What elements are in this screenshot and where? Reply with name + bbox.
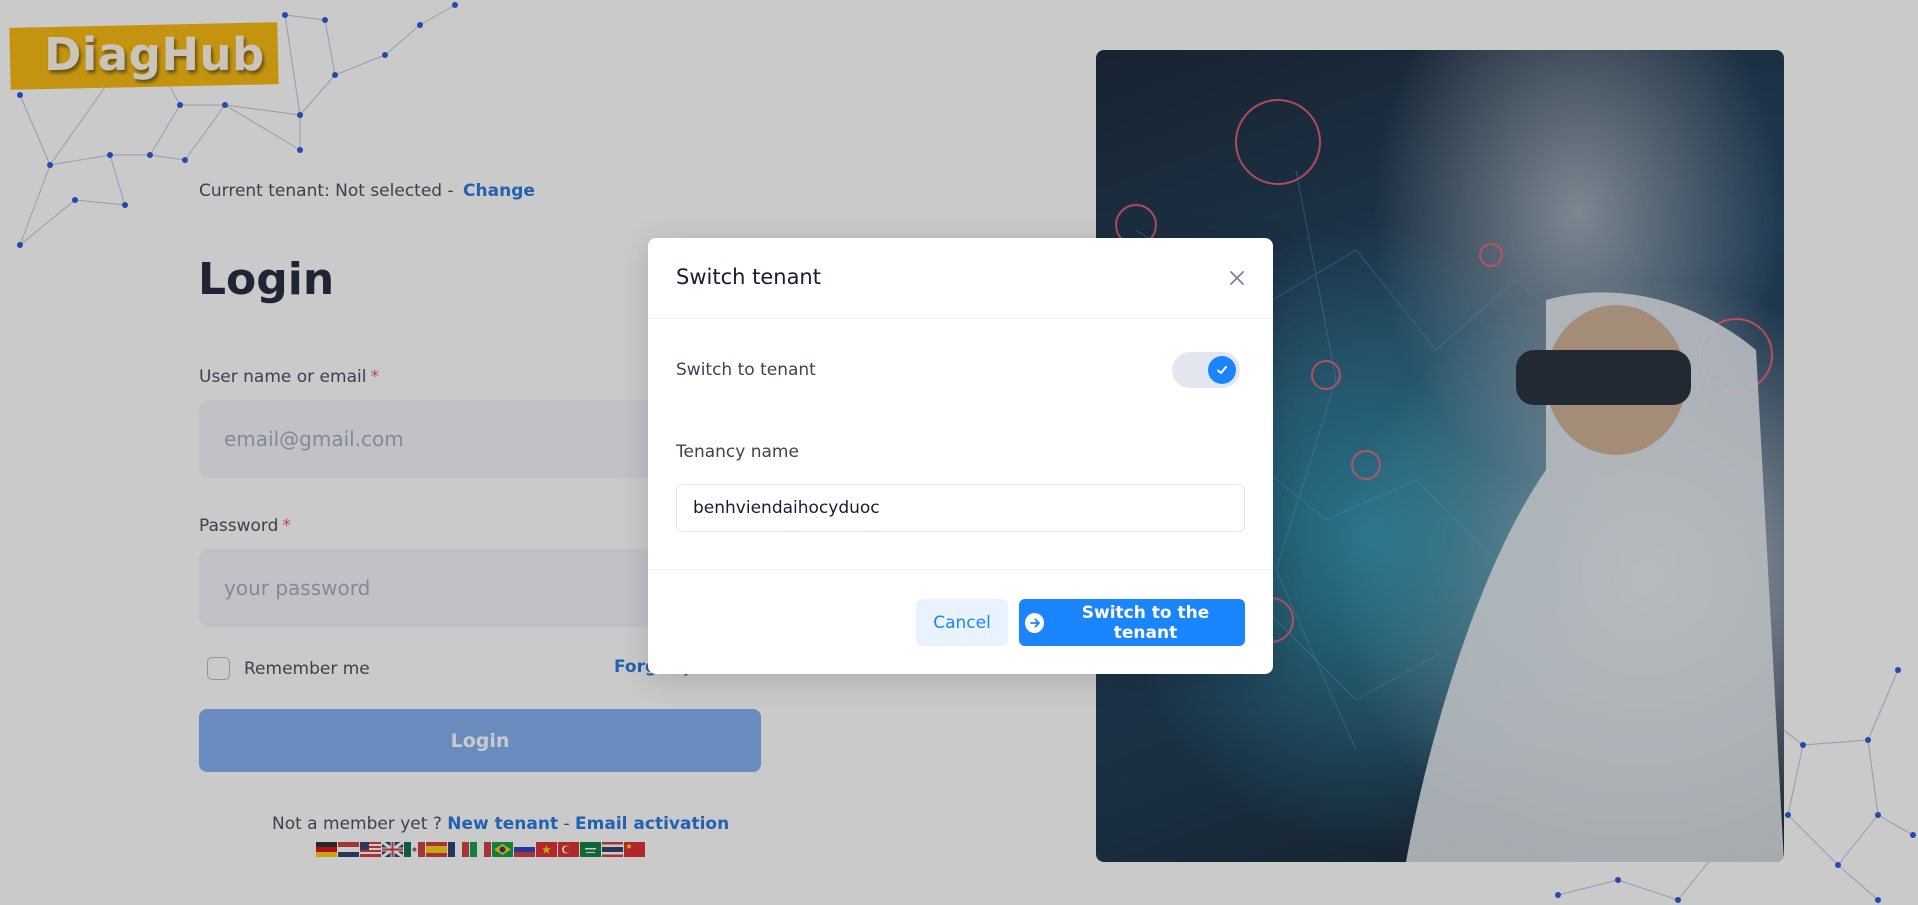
dialog-divider	[648, 569, 1273, 570]
switch-tenant-dialog: Switch tenant Switch to tenant Tenancy n…	[648, 238, 1273, 674]
switch-to-tenant-button-label: Switch to the tenant	[1081, 602, 1210, 643]
toggle-knob	[1208, 356, 1236, 384]
dialog-header: Switch tenant	[648, 238, 1273, 319]
check-icon	[1217, 366, 1227, 374]
switch-to-tenant-label: Switch to tenant	[676, 360, 816, 380]
tenancy-name-label: Tenancy name	[676, 442, 799, 462]
close-icon[interactable]	[1227, 268, 1247, 288]
switch-to-tenant-toggle[interactable]	[1172, 352, 1240, 388]
tenancy-name-input[interactable]	[676, 484, 1245, 532]
arrow-right-circle-icon	[1025, 612, 1044, 633]
cancel-button[interactable]: Cancel	[916, 599, 1008, 646]
switch-to-tenant-button[interactable]: Switch to the tenant	[1019, 599, 1245, 646]
dialog-title: Switch tenant	[676, 265, 821, 289]
